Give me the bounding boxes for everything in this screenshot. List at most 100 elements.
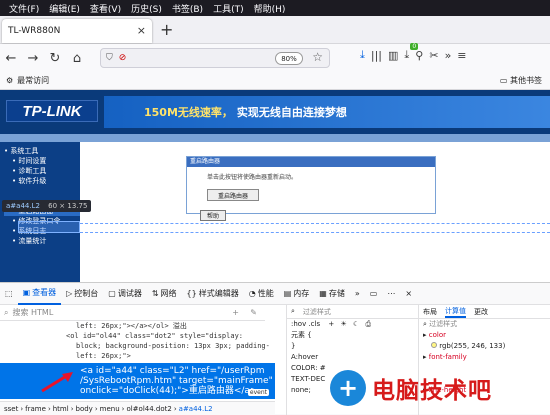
breadcrumb-item[interactable]: a#a44.L2 — [179, 405, 213, 413]
breadcrumb-item[interactable]: html — [53, 405, 69, 413]
devtools-menu-icon[interactable]: ⋯ — [382, 283, 400, 305]
tab-debugger[interactable]: ▢ 调试器 — [103, 283, 147, 305]
screenshot-icon[interactable]: ✂ — [429, 49, 438, 62]
print-icon[interactable]: ⎙ — [366, 320, 372, 328]
add-node-icon[interactable]: + — [232, 308, 239, 317]
menu-icon[interactable]: ≡ — [457, 49, 466, 62]
panel-title: 重启路由器 — [187, 157, 435, 167]
dock-icon[interactable]: ▭ — [365, 283, 383, 305]
star-icon[interactable]: ☆ — [312, 50, 323, 64]
forward-icon[interactable]: → — [22, 47, 44, 69]
sidebar-item-traffic[interactable]: • 流量统计 — [4, 236, 80, 246]
network-icon: ⇅ — [151, 289, 159, 298]
page-content: TP-LINK 150M无线速率， 实现无线自由连接梦想 • 系统工具 • 时间… — [0, 90, 550, 282]
sidebar-item-diagnostics[interactable]: • 诊断工具 — [4, 166, 80, 176]
computed-prop[interactable]: ▸ font-family — [419, 352, 550, 363]
close-icon[interactable]: × — [137, 24, 146, 37]
breadcrumb-item[interactable]: body — [76, 405, 93, 413]
library-icon[interactable]: ||| — [371, 49, 382, 62]
more-tabs-icon[interactable]: » — [350, 283, 365, 305]
menu-bookmarks[interactable]: 书签(B) — [167, 2, 208, 15]
event-badge[interactable]: event — [247, 389, 269, 396]
computed-filter[interactable]: ⌕ 过滤样式 — [419, 319, 550, 330]
computed-prop-name: color — [428, 331, 446, 339]
menu-history[interactable]: 历史(S) — [126, 2, 167, 15]
breadcrumb-item[interactable]: frame — [25, 405, 46, 413]
bookmark-frequent[interactable]: 最常访问 — [17, 75, 49, 86]
dark-theme-icon[interactable]: ☾ — [353, 320, 359, 328]
zoom-level[interactable]: 80% — [275, 52, 303, 65]
pseudo-class-toggle[interactable]: :hov .cls — [291, 320, 320, 328]
menu-bar: 文件(F) 编辑(E) 查看(V) 历史(S) 书签(B) 工具(T) 帮助(H… — [0, 0, 550, 16]
addon-icon[interactable]: ⚲ — [415, 49, 423, 62]
bookmark-other[interactable]: ▭ 其他书签 — [500, 75, 542, 86]
menu-tools[interactable]: 工具(T) — [208, 2, 249, 15]
menu-edit[interactable]: 编辑(E) — [44, 2, 85, 15]
add-rule-icon[interactable]: + — [328, 320, 334, 328]
sidebar-item-upgrade[interactable]: • 软件升级 — [4, 176, 80, 186]
tab-layout[interactable]: 布局 — [423, 307, 437, 317]
reboot-button[interactable]: 重启路由器 — [207, 189, 259, 201]
extension-download-icon[interactable]: ⤓ 0 — [404, 43, 419, 62]
new-tab-button[interactable]: + — [160, 20, 173, 39]
tab-style-editor[interactable]: {} 样式编辑器 — [182, 283, 244, 305]
guide-line-top — [80, 223, 550, 224]
tab-storage[interactable]: ▦ 存储 — [314, 283, 350, 305]
tab-computed[interactable]: 计算值 — [445, 306, 466, 318]
slogan-band: 150M无线速率， 实现无线自由连接梦想 — [104, 96, 550, 128]
pick-color-icon[interactable]: ✎ — [250, 308, 257, 317]
inspector-tooltip: a#a44.L2 60 × 13.75 — [2, 200, 92, 212]
markup-line[interactable]: left: 26px;"></a></ol> 溢出 — [0, 321, 275, 331]
help-button[interactable]: 帮助 — [200, 210, 226, 221]
breadcrumb-item[interactable]: ol#ol44.dot2 — [126, 405, 171, 413]
sidebar-item-time[interactable]: • 时间设置 — [4, 156, 80, 166]
download-icon[interactable]: ⤓ — [360, 48, 365, 62]
markup-line[interactable]: <ol id="ol44" class="dot2" style="displa… — [0, 331, 275, 341]
element-rule: 元素 { — [287, 330, 418, 341]
tab-inspector-label: 查看器 — [32, 288, 57, 297]
toolbar-icons: ⤓ ||| ▥ ⤓ 0 ⚲ ✂ » ≡ — [360, 43, 467, 62]
tab-inspector[interactable]: ▣ 查看器 — [17, 283, 62, 305]
breadcrumb-item[interactable]: menu — [100, 405, 120, 413]
breadcrumb-sep: › — [20, 404, 24, 413]
tab-console-label: 控制台 — [74, 289, 99, 298]
html-search[interactable]: ⌕ 搜索 HTML + ✎ — [0, 305, 265, 321]
markup-line[interactable]: left: 26px;"> — [0, 351, 275, 361]
computed-value-text: rgb(255, 246, 133) — [439, 342, 506, 350]
computed-value: rgb(255, 246, 133) — [419, 341, 550, 352]
devtools-close-icon[interactable]: × — [400, 283, 417, 305]
breadcrumb-item[interactable]: sset — [4, 405, 18, 413]
menu-help[interactable]: 帮助(H) — [249, 2, 291, 15]
tab-changes[interactable]: 更改 — [474, 307, 488, 317]
reload-icon[interactable]: ↻ — [44, 47, 66, 69]
computed-prop[interactable]: ▸ color — [419, 330, 550, 341]
tab-performance-label: 性能 — [257, 289, 274, 298]
rules-filter-placeholder: 过滤样式 — [302, 307, 331, 316]
shield-icon[interactable]: ⛉ — [106, 53, 113, 63]
home-icon[interactable]: ⌂ — [66, 47, 88, 69]
menu-view[interactable]: 查看(V) — [85, 2, 126, 15]
menu-file[interactable]: 文件(F) — [4, 2, 44, 15]
tab-performance[interactable]: ◔ 性能 — [244, 283, 279, 305]
url-bar[interactable]: ⛉ ⊘ 80% ☆ — [100, 48, 330, 68]
markup-line[interactable]: block; background-position: 13px 3px; pa… — [0, 341, 275, 351]
browser-tab[interactable]: TL-WR880N × — [2, 19, 152, 43]
insecure-lock-icon[interactable]: ⊘ — [119, 53, 127, 63]
rules-filter[interactable]: ⌕ 过滤样式 — [287, 305, 418, 319]
tab-network[interactable]: ⇅ 网络 — [147, 283, 182, 305]
brace: { — [307, 331, 312, 339]
sidebar-item-system-tools[interactable]: • 系统工具 — [4, 146, 80, 156]
tab-console[interactable]: ▷ 控制台 — [61, 283, 103, 305]
search-icon: ⌕ — [4, 307, 9, 317]
inspector-icon: ▣ — [22, 288, 31, 297]
rule-line[interactable]: A:hover — [287, 352, 418, 363]
element-picker-icon[interactable]: ⬚ — [0, 283, 18, 305]
back-icon[interactable]: ← — [0, 47, 22, 69]
overflow-icon[interactable]: » — [445, 49, 452, 62]
sidebar-item-hidden-1[interactable] — [4, 186, 80, 196]
tab-memory[interactable]: ▤ 内存 — [279, 283, 315, 305]
light-theme-icon[interactable]: ☀ — [340, 320, 346, 328]
tab-storage-label: 存储 — [328, 289, 345, 298]
watermark: + 电脑技术吧 — [330, 366, 550, 410]
sidebar-icon[interactable]: ▥ — [388, 49, 398, 62]
